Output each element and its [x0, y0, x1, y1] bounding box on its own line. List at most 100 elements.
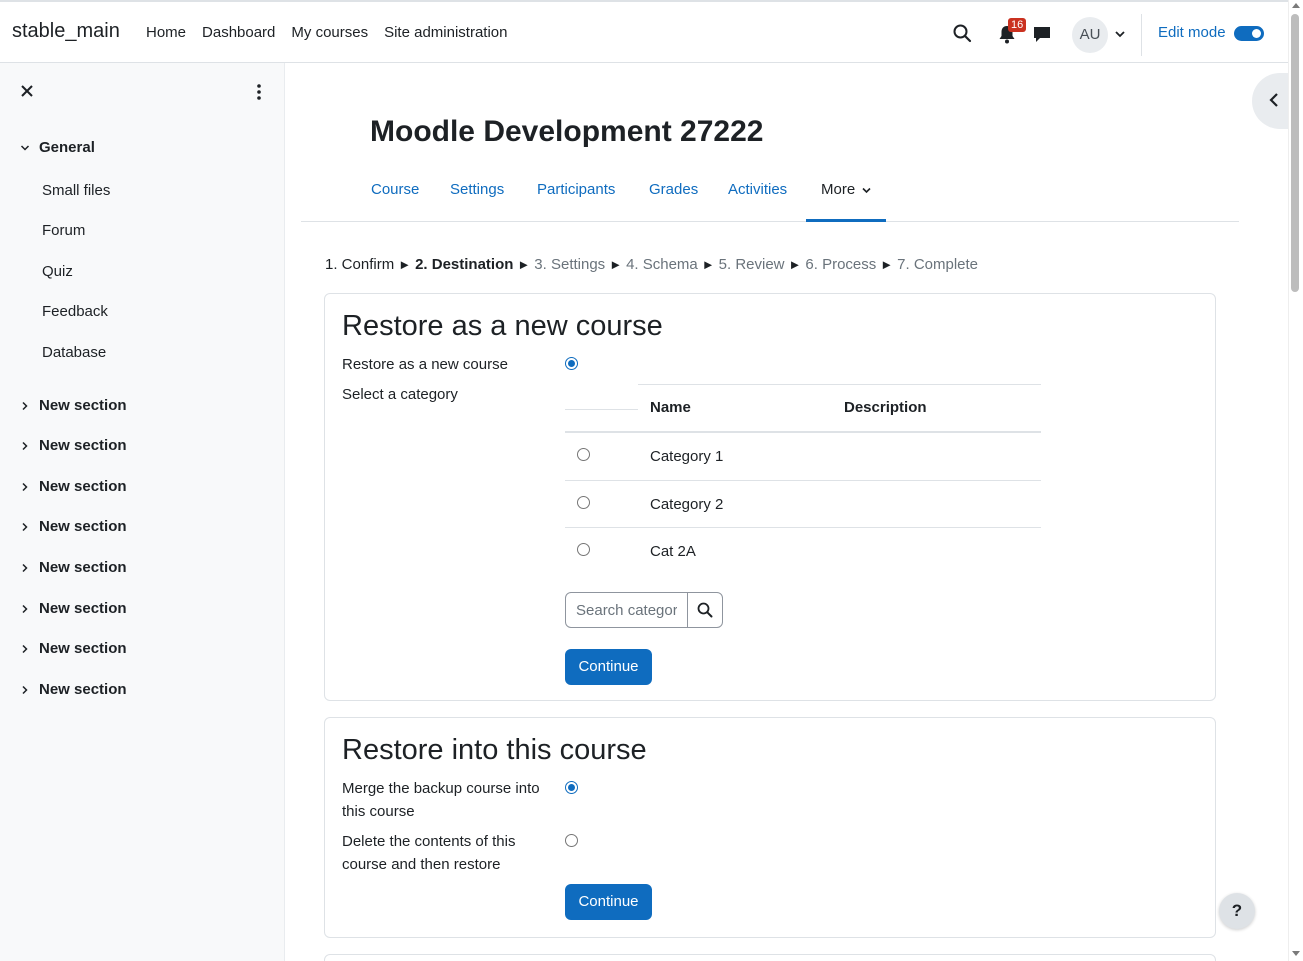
tab-activities[interactable]: Activities [728, 181, 787, 198]
secondary-navigation: Course Settings Participants Grades Acti… [301, 168, 1239, 222]
delete-restore-radio[interactable] [565, 834, 578, 847]
chevron-right-icon[interactable] [20, 604, 30, 614]
chevron-right-icon[interactable] [20, 401, 30, 411]
chevron-right-icon[interactable] [20, 685, 30, 695]
chevron-down-icon[interactable] [1115, 29, 1125, 39]
column-description: Description [844, 399, 927, 416]
nav-my-courses[interactable]: My courses [291, 24, 368, 41]
category-search-button[interactable] [688, 593, 722, 627]
help-button[interactable]: ? [1219, 893, 1255, 929]
section-label[interactable]: New section [39, 559, 127, 576]
restore-new-course-card: Restore as a new course Restore as a new… [324, 293, 1216, 701]
merge-radio[interactable] [565, 781, 578, 794]
category-table: Name Description Category 1 Category 2 C… [565, 384, 1041, 576]
step-complete: 7. Complete [897, 256, 979, 273]
edit-mode-toggle[interactable] [1234, 26, 1264, 41]
section-general[interactable]: General [0, 131, 285, 172]
section-label[interactable]: New section [39, 397, 127, 414]
section-label[interactable]: General [39, 139, 95, 156]
restore-next-card [324, 954, 1216, 961]
more-options-icon[interactable] [255, 83, 263, 101]
new-course-radio-label: Restore as a new course [342, 356, 508, 373]
tab-more-label: More [821, 181, 856, 198]
course-index: General Small files Forum Quiz Feedback … [0, 131, 285, 713]
chevron-right-icon[interactable] [20, 563, 30, 573]
scrollbar[interactable] [1288, 0, 1303, 961]
list-item[interactable]: Database [0, 334, 285, 375]
avatar[interactable]: AU [1072, 17, 1108, 53]
section-label[interactable]: New section [39, 600, 127, 617]
navbar-divider [1141, 14, 1142, 56]
scroll-up-icon[interactable] [1292, 3, 1300, 8]
section-label[interactable]: New section [39, 640, 127, 657]
tab-participants[interactable]: Participants [537, 181, 615, 198]
close-icon[interactable] [20, 84, 34, 98]
step-confirm: 1. Confirm [325, 256, 395, 273]
tab-settings[interactable]: Settings [450, 181, 504, 198]
category-name: Category 1 [650, 448, 724, 465]
chevron-left-icon [1269, 93, 1278, 107]
chevron-right-icon[interactable] [20, 482, 30, 492]
primary-navigation: Home Dashboard My courses Site administr… [146, 24, 524, 41]
tab-more[interactable]: More [806, 168, 886, 222]
list-item[interactable]: Small files [0, 172, 285, 213]
card-heading: Restore as a new course [342, 310, 663, 342]
section-label[interactable]: New section [39, 478, 127, 495]
notification-badge: 16 [1008, 18, 1027, 32]
column-name: Name [650, 399, 691, 416]
chevron-right-icon[interactable] [20, 644, 30, 654]
category-search-group [565, 592, 723, 628]
section-new[interactable]: New section [0, 510, 285, 551]
nav-site-administration[interactable]: Site administration [384, 24, 507, 41]
card-heading: Restore into this course [342, 734, 647, 766]
chevron-right-icon[interactable] [20, 522, 30, 532]
category-radio[interactable] [577, 543, 590, 556]
nav-home[interactable]: Home [146, 24, 186, 41]
section-new[interactable]: New section [0, 551, 285, 592]
section-new[interactable]: New section [0, 470, 285, 511]
section-label[interactable]: New section [39, 681, 127, 698]
continue-button[interactable]: Continue [565, 649, 652, 685]
chevron-right-icon[interactable] [20, 441, 30, 451]
chevron-down-icon [862, 187, 871, 194]
list-item[interactable]: Feedback [0, 293, 285, 334]
category-radio[interactable] [577, 495, 590, 509]
delete-restore-label: Delete the contents of this course and t… [342, 833, 516, 873]
edit-mode-label: Edit mode [1158, 24, 1226, 41]
course-index-drawer: General Small files Forum Quiz Feedback … [0, 63, 285, 961]
section-label[interactable]: New section [39, 518, 127, 535]
site-brand[interactable]: stable_main [12, 20, 120, 43]
list-item[interactable]: Quiz [0, 253, 285, 294]
section-new[interactable]: New section [0, 429, 285, 470]
category-search-input[interactable] [566, 593, 688, 627]
section-new[interactable]: New section [0, 592, 285, 633]
category-name: Category 2 [650, 495, 724, 513]
category-radio[interactable] [577, 448, 590, 461]
restore-into-course-card: Restore into this course Merge the backu… [324, 717, 1216, 938]
table-row[interactable]: Category 2 [565, 481, 1041, 528]
tab-grades[interactable]: Grades [649, 181, 698, 198]
section-new[interactable]: New section [0, 673, 285, 714]
page-title: Moodle Development 27222 [370, 115, 764, 148]
top-navbar: stable_main Home Dashboard My courses Si… [0, 0, 1288, 63]
step-schema: 4. Schema [626, 256, 698, 273]
merge-label: Merge the backup course into this course [342, 780, 540, 820]
list-item[interactable]: Forum [0, 212, 285, 253]
scrollbar-thumb[interactable] [1291, 14, 1299, 292]
chevron-down-icon[interactable] [20, 143, 30, 153]
step-destination: 2. Destination [415, 256, 514, 273]
table-row[interactable]: Cat 2A [565, 528, 1041, 576]
new-course-radio[interactable] [565, 357, 578, 370]
tab-course[interactable]: Course [371, 181, 419, 198]
nav-dashboard[interactable]: Dashboard [202, 24, 275, 41]
section-new[interactable]: New section [0, 389, 285, 430]
table-row[interactable]: Category 1 [565, 433, 1041, 481]
search-icon[interactable] [952, 23, 972, 43]
continue-button[interactable]: Continue [565, 884, 652, 920]
step-settings: 3. Settings [534, 256, 606, 273]
section-label[interactable]: New section [39, 437, 127, 454]
chat-icon[interactable] [1033, 25, 1051, 43]
scroll-down-icon[interactable] [1292, 951, 1300, 956]
section-new[interactable]: New section [0, 632, 285, 673]
category-name: Cat 2A [650, 543, 696, 560]
